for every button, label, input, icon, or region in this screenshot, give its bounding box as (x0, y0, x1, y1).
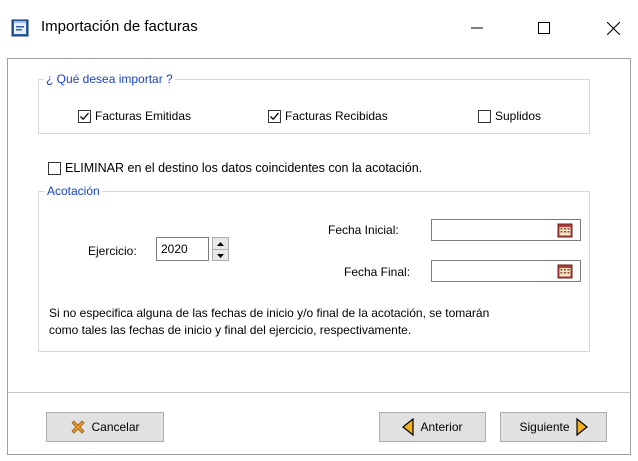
previous-button-label: Anterior (420, 420, 463, 434)
arrow-right-icon (575, 418, 588, 436)
facturas-emitidas-label: Facturas Emitidas (95, 109, 192, 123)
calendar-icon (557, 223, 573, 238)
cancel-x-icon (71, 420, 86, 434)
ejercicio-input[interactable]: 2020 (156, 237, 209, 261)
arrow-left-icon (402, 418, 415, 436)
checkmark-icon (80, 112, 89, 120)
acotacion-note-line1: Si no especifica alguna de las fechas de… (49, 306, 490, 320)
title-bar[interactable]: Importación de facturas (0, 0, 638, 56)
import-group-legend: ¿ Qué desea importar ? (44, 72, 175, 86)
maximize-button[interactable] (521, 0, 567, 56)
checkbox-box (268, 109, 281, 123)
spin-up-button[interactable] (213, 238, 228, 250)
ejercicio-label: Ejercicio: (88, 244, 137, 258)
checkbox-box (48, 161, 61, 175)
window-title: Importación de facturas (41, 18, 198, 35)
fecha-final-calendar-button[interactable] (557, 263, 573, 279)
spin-down-icon (217, 253, 224, 258)
acotacion-legend: Acotación (45, 184, 102, 198)
checkbox-box (78, 109, 91, 123)
suplidos-label: Suplidos (495, 109, 542, 123)
spin-up-icon (217, 241, 224, 246)
maximize-icon (538, 22, 550, 34)
next-button[interactable]: Siguiente (500, 412, 607, 442)
next-button-label: Siguiente (519, 420, 570, 434)
facturas-emitidas-checkbox[interactable]: Facturas Emitidas (78, 109, 191, 123)
checkbox-box (478, 109, 491, 123)
app-window-icon (11, 19, 29, 37)
acotacion-note: Si no especifica alguna de las fechas de… (49, 305, 589, 339)
ejercicio-spinner[interactable] (212, 237, 229, 261)
fecha-final-label: Fecha Final: (344, 265, 411, 279)
import-options-group (38, 79, 590, 134)
cancel-button[interactable]: Cancelar (46, 412, 164, 442)
ejercicio-value: 2020 (161, 242, 188, 256)
calendar-icon (557, 264, 573, 279)
fecha-inicial-label: Fecha Inicial: (328, 223, 399, 237)
minimize-icon (471, 27, 483, 29)
delete-coincident-checkbox[interactable]: ELIMINAR en el destino los datos coincid… (48, 161, 422, 175)
facturas-recibidas-label: Facturas Recibidas (285, 109, 388, 123)
previous-button[interactable]: Anterior (379, 412, 486, 442)
close-button[interactable] (590, 0, 636, 56)
checkmark-icon (270, 112, 279, 120)
facturas-recibidas-checkbox[interactable]: Facturas Recibidas (268, 109, 388, 123)
delete-coincident-label: ELIMINAR en el destino los datos coincid… (65, 161, 423, 175)
minimize-button[interactable] (454, 0, 500, 56)
fecha-inicial-calendar-button[interactable] (557, 222, 573, 238)
cancel-button-label: Cancelar (91, 420, 140, 434)
footer-separator (8, 392, 630, 393)
acotacion-note-line2: como tales las fechas de inicio y final … (49, 323, 412, 337)
close-icon (606, 21, 620, 35)
suplidos-checkbox[interactable]: Suplidos (478, 109, 541, 123)
spin-down-button[interactable] (213, 250, 228, 261)
